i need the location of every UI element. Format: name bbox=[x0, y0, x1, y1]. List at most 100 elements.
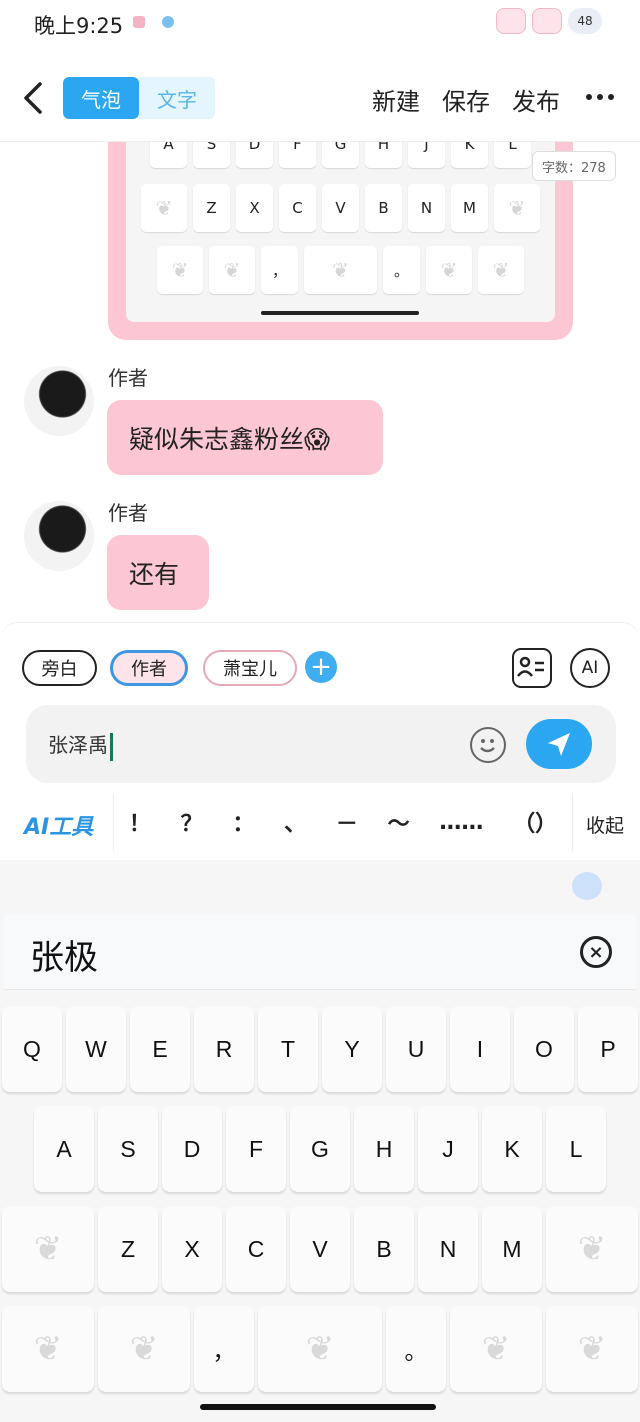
shift-key[interactable]: ❦ bbox=[2, 1206, 94, 1292]
key[interactable]: Z bbox=[98, 1206, 158, 1292]
number-key[interactable]: ❦ bbox=[98, 1306, 190, 1392]
butterfly-icon: ❦ bbox=[129, 1330, 159, 1368]
butterfly-icon: ❦ bbox=[209, 246, 255, 294]
key[interactable]: H bbox=[354, 1106, 414, 1192]
key[interactable]: F bbox=[226, 1106, 286, 1192]
punct-button[interactable]: ？ bbox=[181, 806, 203, 838]
preview-keyboard-image: A S D F G H J K L ❦ Z X C V B N M ❦ ❦ ❦ … bbox=[126, 142, 555, 322]
message-author: 作者 bbox=[108, 501, 148, 525]
key[interactable]: V bbox=[290, 1206, 350, 1292]
key[interactable]: Y bbox=[322, 1006, 382, 1092]
save-button[interactable]: 保存 bbox=[442, 82, 490, 117]
preview-key: J bbox=[408, 142, 445, 168]
battery-icon: 48 bbox=[568, 8, 602, 34]
preview-key: ， bbox=[261, 246, 298, 294]
author-avatar[interactable] bbox=[24, 501, 94, 571]
status-icons: 48 bbox=[496, 8, 602, 34]
message-bubble[interactable]: 疑似朱志鑫粉丝😱 bbox=[107, 400, 383, 475]
key[interactable]: Q bbox=[2, 1006, 62, 1092]
preview-key-row: ❦ ❦ ， ❦ 。 ❦ ❦ bbox=[126, 246, 555, 294]
key[interactable]: I bbox=[450, 1006, 510, 1092]
ai-icon[interactable]: AI bbox=[570, 648, 610, 688]
new-button[interactable]: 新建 bbox=[372, 82, 420, 117]
candidate-word[interactable]: 张极 bbox=[30, 930, 98, 979]
punct-button[interactable]: （） bbox=[513, 806, 557, 838]
key[interactable]: L bbox=[546, 1106, 606, 1192]
notification-icon bbox=[133, 16, 145, 28]
notification-icon bbox=[162, 16, 174, 28]
text-cursor bbox=[110, 732, 113, 761]
message-author: 作者 bbox=[108, 366, 148, 390]
ai-tools-button[interactable]: AI工具 bbox=[24, 809, 93, 841]
send-button[interactable] bbox=[526, 719, 592, 769]
emoji-icon[interactable] bbox=[470, 727, 506, 763]
space-key[interactable]: ❦ bbox=[258, 1306, 382, 1392]
key[interactable]: B bbox=[354, 1206, 414, 1292]
comma-key[interactable]: ， bbox=[194, 1306, 254, 1392]
butterfly-icon: ❦ bbox=[577, 1330, 607, 1368]
period-key[interactable]: 。 bbox=[386, 1306, 446, 1392]
key[interactable]: T bbox=[258, 1006, 318, 1092]
back-icon[interactable] bbox=[18, 80, 50, 116]
butterfly-icon: ❦ bbox=[478, 246, 524, 294]
butterfly-icon: ❦ bbox=[33, 1330, 63, 1368]
tab-bubble[interactable]: 气泡 bbox=[63, 77, 139, 119]
message-bubble[interactable]: 还有 bbox=[107, 535, 209, 610]
punct-button[interactable]: …… bbox=[439, 810, 483, 835]
language-key[interactable]: ❦ bbox=[450, 1306, 542, 1392]
key[interactable]: J bbox=[418, 1106, 478, 1192]
key[interactable]: O bbox=[514, 1006, 574, 1092]
tab-text[interactable]: 文字 bbox=[139, 77, 215, 119]
butterfly-icon: ❦ bbox=[305, 1330, 335, 1368]
key[interactable]: R bbox=[194, 1006, 254, 1092]
key[interactable]: A bbox=[34, 1106, 94, 1192]
publish-button[interactable]: 发布 bbox=[512, 82, 560, 117]
mode-switch: 气泡 文字 bbox=[63, 77, 215, 119]
nav-actions: 新建 保存 发布 bbox=[372, 82, 560, 117]
key[interactable]: N bbox=[418, 1206, 478, 1292]
preview-key: G bbox=[322, 142, 359, 168]
role-chip-author[interactable]: 作者 bbox=[110, 650, 188, 686]
key[interactable]: D bbox=[162, 1106, 222, 1192]
delete-key[interactable]: ❦ bbox=[546, 1206, 638, 1292]
symbol-key[interactable]: ❦ bbox=[2, 1306, 94, 1392]
preview-key: N bbox=[408, 184, 445, 232]
key[interactable]: S bbox=[98, 1106, 158, 1192]
status-bar: 晚上9:25 48 bbox=[0, 0, 640, 48]
candidate-bar: 张极 × bbox=[4, 914, 636, 990]
role-chip-narrator[interactable]: 旁白 bbox=[22, 650, 97, 686]
key[interactable]: U bbox=[386, 1006, 446, 1092]
key[interactable]: W bbox=[66, 1006, 126, 1092]
key[interactable]: G bbox=[290, 1106, 350, 1192]
enter-key[interactable]: ❦ bbox=[546, 1306, 638, 1392]
clear-icon[interactable]: × bbox=[580, 936, 612, 968]
key[interactable]: M bbox=[482, 1206, 542, 1292]
ime-mascot-icon[interactable] bbox=[572, 872, 602, 900]
key[interactable]: X bbox=[162, 1206, 222, 1292]
key[interactable]: K bbox=[482, 1106, 542, 1192]
message-input-value: 张泽禹 bbox=[48, 733, 108, 757]
preview-key: B bbox=[365, 184, 402, 232]
add-role-icon[interactable]: + bbox=[305, 651, 337, 683]
butterfly-icon: ❦ bbox=[481, 1330, 511, 1368]
preview-image-frame: A S D F G H J K L ❦ Z X C V B N M ❦ ❦ ❦ … bbox=[108, 142, 573, 340]
collapse-button[interactable]: 收起 bbox=[586, 811, 624, 838]
butterfly-icon: ❦ bbox=[304, 246, 377, 294]
punct-button[interactable]: － bbox=[336, 806, 358, 838]
status-time: 晚上9:25 bbox=[34, 14, 124, 38]
role-card-icon[interactable] bbox=[512, 648, 552, 688]
preview-key: C bbox=[279, 184, 316, 232]
punct-button[interactable]: ： bbox=[232, 806, 254, 838]
key[interactable]: C bbox=[226, 1206, 286, 1292]
preview-key: 。 bbox=[383, 246, 420, 294]
punct-button[interactable]: ～ bbox=[388, 806, 410, 838]
author-avatar[interactable] bbox=[24, 366, 94, 436]
more-icon[interactable] bbox=[586, 94, 614, 100]
punct-button[interactable]: ！ bbox=[129, 806, 151, 838]
message-input[interactable]: 张泽禹 bbox=[26, 705, 616, 783]
role-chip-xiao[interactable]: 萧宝儿 bbox=[203, 650, 297, 686]
key[interactable]: E bbox=[130, 1006, 190, 1092]
key[interactable]: P bbox=[578, 1006, 638, 1092]
punct-button[interactable]: 、 bbox=[284, 806, 306, 838]
home-indicator bbox=[200, 1404, 436, 1410]
